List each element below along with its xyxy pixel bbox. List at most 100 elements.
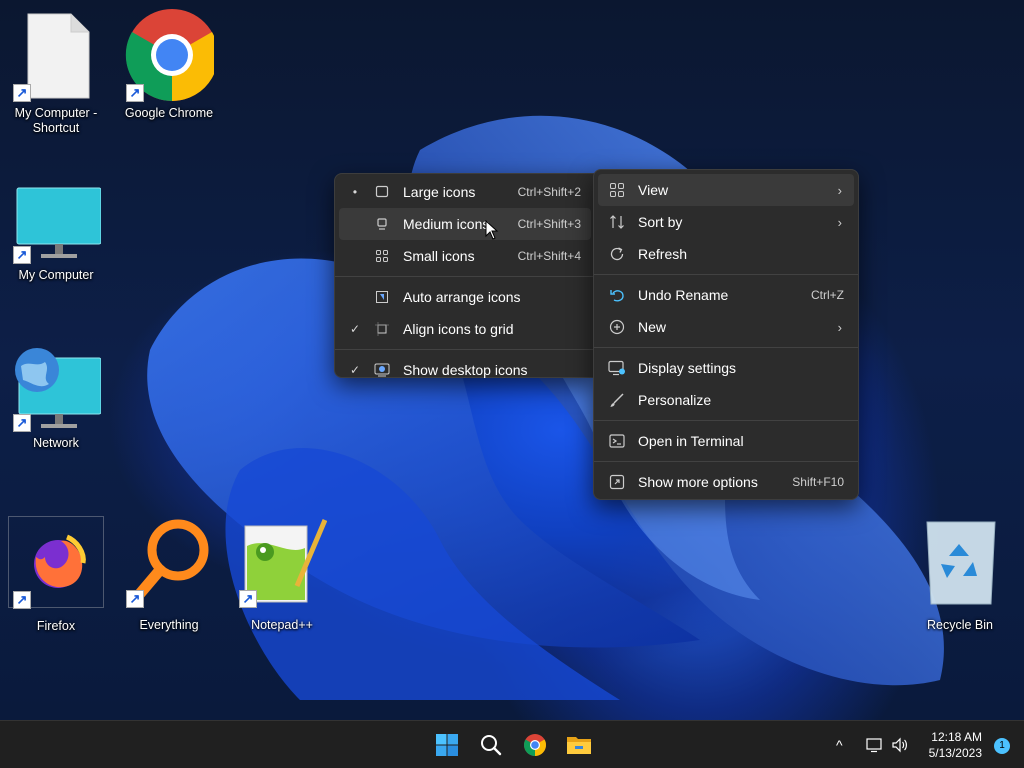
view-grid-icon	[608, 181, 626, 199]
menu-separator	[594, 274, 858, 275]
menu-item-undo-rename[interactable]: Undo Rename Ctrl+Z	[598, 279, 854, 311]
submenu-item-align-to-grid[interactable]: ✓ Align icons to grid	[339, 313, 591, 345]
desktop-icon-firefox[interactable]: ↗ Firefox	[8, 516, 104, 633]
menu-item-label: Show more options	[638, 474, 758, 490]
radio-bullet-indicator: •	[352, 185, 358, 199]
new-plus-icon	[608, 318, 626, 336]
menu-item-label: Sort by	[638, 214, 683, 230]
menu-separator	[594, 461, 858, 462]
desktop-icon-recycle-bin[interactable]: Recycle Bin	[912, 516, 1008, 633]
check-indicator: ✓	[349, 363, 361, 377]
desktop-icon-label: My Computer - Shortcut	[14, 106, 98, 135]
menu-item-new[interactable]: New ›	[598, 311, 854, 343]
menu-separator	[335, 276, 595, 277]
folder-icon	[567, 737, 591, 754]
show-desktop-icon	[373, 361, 391, 379]
volume-icon[interactable]	[891, 737, 909, 753]
small-icons-icon	[373, 247, 391, 265]
clock-date: 5/13/2023	[928, 746, 982, 760]
windows-logo-icon	[436, 734, 458, 756]
taskbar-chrome-button[interactable]	[519, 729, 551, 761]
chevron-right-icon: ›	[837, 182, 842, 198]
search-icon	[481, 735, 502, 756]
menu-separator	[594, 347, 858, 348]
taskbar-file-explorer-button[interactable]	[563, 729, 595, 761]
menu-item-label: View	[638, 182, 669, 198]
submenu-item-medium-icons[interactable]: Medium icons Ctrl+Shift+3	[339, 208, 591, 240]
more-options-icon	[608, 473, 626, 491]
menu-item-display-settings[interactable]: Display settings	[598, 352, 854, 384]
menu-separator	[594, 420, 858, 421]
shortcut-arrow-icon: ↗	[13, 84, 31, 102]
desktop-icon-my-computer-shortcut[interactable]: ↗ My Computer - Shortcut	[8, 8, 104, 136]
menu-item-label: Undo Rename	[638, 287, 729, 303]
submenu-item-label: Align icons to grid	[403, 321, 514, 337]
menu-item-label: New	[638, 319, 667, 335]
submenu-item-large-icons[interactable]: • Large icons Ctrl+Shift+2	[339, 176, 591, 208]
terminal-icon	[608, 432, 626, 450]
taskbar-clock[interactable]: 12:18 AM 5/13/2023	[929, 729, 982, 761]
menu-item-shortcut: Ctrl+Z	[811, 288, 844, 302]
chrome-icon	[524, 734, 546, 756]
large-icons-icon	[373, 183, 391, 201]
menu-item-label: Refresh	[638, 246, 688, 262]
chevron-right-icon: ›	[837, 214, 842, 230]
search-button[interactable]	[475, 729, 507, 761]
submenu-item-shortcut: Ctrl+Shift+2	[517, 185, 581, 199]
shortcut-arrow-icon: ↗	[126, 84, 144, 102]
submenu-item-show-desktop-icons[interactable]: ✓ Show desktop icons	[339, 354, 591, 386]
start-button[interactable]	[431, 729, 463, 761]
view-submenu: • Large icons Ctrl+Shift+2 Medium icons …	[334, 173, 596, 378]
menu-item-show-more-options[interactable]: Show more options Shift+F10	[598, 466, 854, 498]
medium-icons-icon	[373, 215, 391, 233]
desktop-icon-network[interactable]: ↗ Network	[8, 346, 104, 451]
desktop-icon-google-chrome[interactable]: ↗ Google Chrome	[121, 8, 219, 121]
align-grid-icon	[373, 320, 391, 338]
undo-icon	[608, 286, 626, 304]
chevron-right-icon: ›	[837, 319, 842, 335]
menu-item-open-in-terminal[interactable]: Open in Terminal	[598, 425, 854, 457]
menu-item-refresh[interactable]: Refresh	[598, 238, 854, 270]
tray-chevron-up-icon[interactable]: ^	[836, 737, 843, 753]
submenu-item-label: Show desktop icons	[403, 362, 528, 378]
desktop-icon-label: My Computer	[18, 268, 94, 282]
network-status-icon[interactable]	[866, 737, 884, 753]
menu-item-personalize[interactable]: Personalize	[598, 384, 854, 416]
recycle-bin-icon	[926, 521, 996, 605]
submenu-item-shortcut: Ctrl+Shift+3	[517, 217, 581, 231]
shortcut-arrow-icon: ↗	[13, 246, 31, 264]
desktop-icon-label: Network	[33, 436, 79, 450]
menu-item-shortcut: Shift+F10	[792, 475, 844, 489]
submenu-item-label: Small icons	[403, 248, 475, 264]
shortcut-arrow-icon: ↗	[126, 590, 144, 608]
mouse-cursor-icon	[485, 220, 499, 240]
desktop-icon-label: Recycle Bin	[927, 618, 993, 632]
submenu-item-auto-arrange[interactable]: Auto arrange icons	[339, 281, 591, 313]
shortcut-arrow-icon: ↗	[239, 590, 257, 608]
desktop-icon-notepad-plus-plus[interactable]: ↗ Notepad++	[234, 516, 330, 633]
menu-separator	[335, 349, 595, 350]
shortcut-arrow-icon: ↗	[13, 414, 31, 432]
shortcut-arrow-icon: ↗	[13, 591, 31, 609]
display-settings-icon	[608, 359, 626, 377]
submenu-item-small-icons[interactable]: Small icons Ctrl+Shift+4	[339, 240, 591, 272]
check-indicator: ✓	[349, 322, 361, 336]
submenu-item-shortcut: Ctrl+Shift+4	[517, 249, 581, 263]
refresh-icon	[608, 245, 626, 263]
menu-item-sort-by[interactable]: Sort by ›	[598, 206, 854, 238]
desktop-context-menu: View › Sort by › Refresh Undo Rename Ctr…	[593, 169, 859, 500]
auto-arrange-icon	[373, 288, 391, 306]
desktop-icon-label: Everything	[139, 618, 199, 632]
notification-badge[interactable]: 1	[994, 738, 1010, 754]
desktop-icon-label: Google Chrome	[124, 106, 214, 120]
submenu-item-label: Auto arrange icons	[403, 289, 521, 305]
desktop-icon-everything[interactable]: ↗ Everything	[121, 516, 217, 633]
clock-time: 12:18 AM	[931, 730, 982, 744]
menu-item-label: Personalize	[638, 392, 712, 408]
desktop-icon-label: Notepad++	[251, 618, 313, 632]
desktop-icon-label: Firefox	[36, 619, 76, 633]
sort-icon	[608, 213, 626, 231]
desktop-icon-my-computer[interactable]: ↗ My Computer	[8, 186, 104, 283]
submenu-item-label: Medium icons	[403, 216, 490, 232]
menu-item-view[interactable]: View ›	[598, 174, 854, 206]
